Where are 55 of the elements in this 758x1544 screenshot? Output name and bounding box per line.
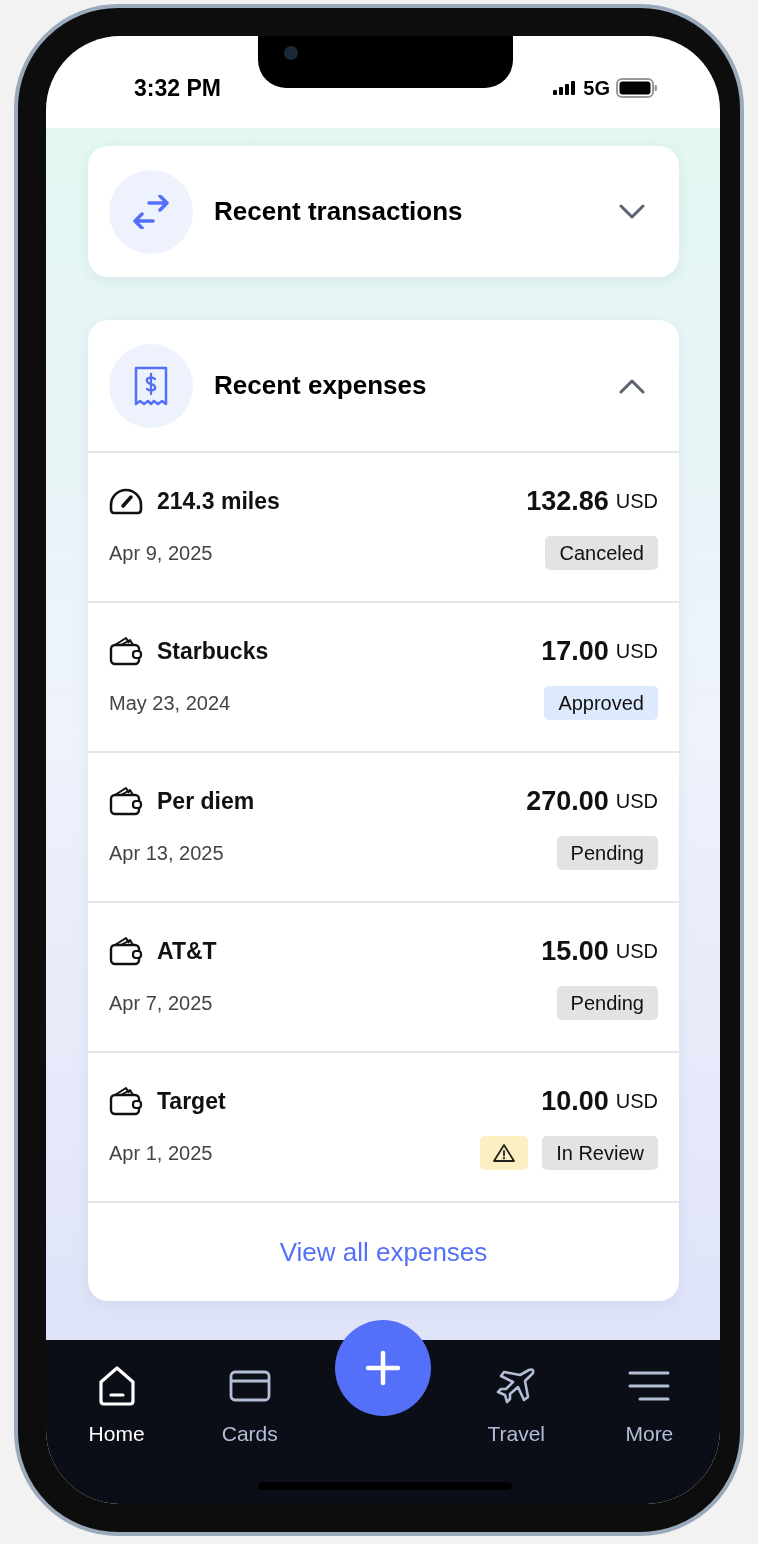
- currency-label: USD: [615, 939, 658, 963]
- expense-name: 214.3 miles: [157, 487, 281, 515]
- receipt-icon: [134, 365, 168, 406]
- network-label: 5G: [583, 76, 610, 100]
- wallet-icon: [109, 636, 143, 666]
- expense-date: May 23, 2024: [109, 691, 232, 715]
- expense-date: Apr 1, 2025: [109, 1141, 214, 1165]
- nav-tab[interactable]: Home: [50, 1340, 184, 1468]
- status-badge: Pending: [556, 836, 658, 870]
- expense-name: AT&T: [157, 937, 218, 965]
- currency-label: USD: [615, 1089, 658, 1113]
- expense-amount: 15.00: [541, 935, 609, 967]
- status-badge: Pending: [556, 986, 658, 1020]
- chevron-up-icon[interactable]: [619, 377, 645, 394]
- signal-icon: [553, 81, 578, 95]
- section-header[interactable]: Recent transactions: [88, 146, 679, 277]
- expense-row[interactable]: Target 10.00 USD Apr 1, 2025 In Review: [88, 1053, 679, 1203]
- expense-amount: 17.00: [541, 635, 609, 667]
- speedometer-icon: [109, 487, 143, 515]
- transfer-arrows-icon: [131, 194, 171, 229]
- currency-label: USD: [615, 789, 658, 813]
- warning-icon: [492, 1143, 517, 1163]
- expense-row[interactable]: Per diem 270.00 USD Apr 13, 2025 Pending: [88, 753, 679, 903]
- expense-amount: 270.00: [526, 785, 609, 817]
- section-title: Recent expenses: [214, 370, 428, 401]
- section-header[interactable]: Recent expenses: [88, 320, 679, 453]
- plus-icon: [365, 1350, 401, 1386]
- nav-tab[interactable]: Travel: [449, 1340, 583, 1468]
- status-badge: In Review: [542, 1136, 658, 1170]
- expense-date: Apr 13, 2025: [109, 841, 225, 865]
- status-badge: Approved: [544, 686, 658, 720]
- expense-date: Apr 9, 2025: [109, 541, 214, 565]
- section-title: Recent transactions: [214, 196, 464, 227]
- nav-tab[interactable]: Cards: [183, 1340, 317, 1468]
- nav-tab[interactable]: More: [582, 1340, 716, 1468]
- camera-icon: [284, 46, 298, 60]
- expense-amount: 10.00: [541, 1085, 609, 1117]
- expense-amount: 132.86: [526, 485, 609, 517]
- status-time: 3:32 PM: [134, 74, 221, 102]
- status-badge: Canceled: [545, 536, 658, 570]
- expense-row[interactable]: Starbucks 17.00 USD May 23, 2024 Approved: [88, 603, 679, 753]
- chevron-down-icon[interactable]: [619, 203, 645, 220]
- expense-name: Per diem: [157, 787, 256, 815]
- expense-date: Apr 7, 2025: [109, 991, 214, 1015]
- wallet-icon: [109, 1086, 143, 1116]
- view-all-link[interactable]: View all expenses: [279, 1236, 488, 1268]
- expense-name: Starbucks: [157, 637, 270, 665]
- expense-name: Target: [157, 1087, 227, 1115]
- currency-label: USD: [615, 639, 658, 663]
- expense-row[interactable]: AT&T 15.00 USD Apr 7, 2025 Pending: [88, 903, 679, 1053]
- wallet-icon: [109, 786, 143, 816]
- currency-label: USD: [615, 489, 658, 513]
- battery-icon: [616, 78, 658, 98]
- wallet-icon: [109, 936, 143, 966]
- expense-row[interactable]: 214.3 miles 132.86 USD Apr 9, 2025 Canceled: [88, 453, 679, 603]
